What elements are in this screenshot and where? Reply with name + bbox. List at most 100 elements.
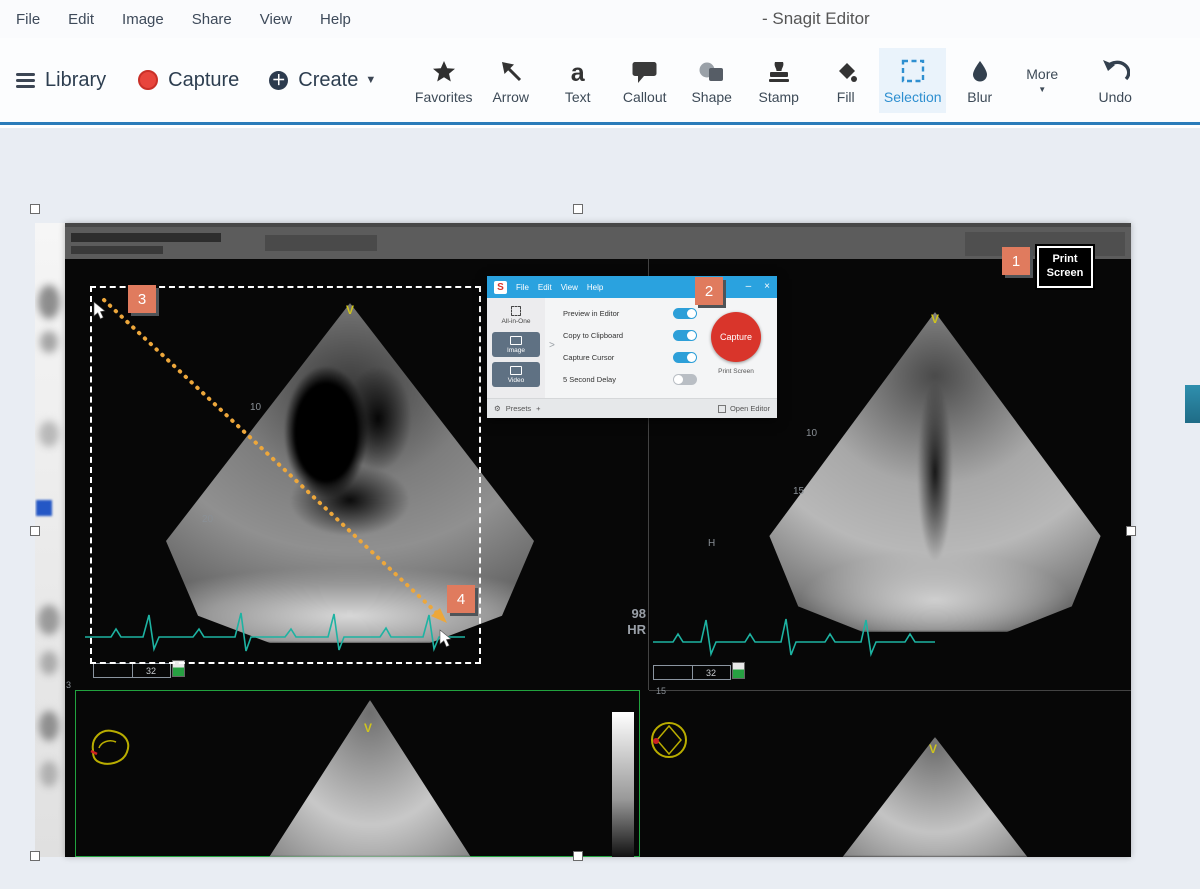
widget-menu-view[interactable]: View: [561, 283, 578, 292]
menu-share[interactable]: Share: [178, 11, 246, 28]
tool-label: Arrow: [492, 89, 529, 105]
selection-handle-bottom-center[interactable]: [573, 851, 583, 861]
sweep-scale-right: 32: [653, 665, 731, 680]
selection-handle-bottom-left[interactable]: [30, 851, 40, 861]
option-5-second-delay: 5 Second Delay: [563, 368, 697, 390]
window-title: - Snagit Editor: [762, 9, 870, 29]
depth-label: 15: [793, 486, 804, 497]
hr-label: HR: [610, 622, 646, 638]
chevron-down-icon: ▼: [365, 74, 376, 86]
toggle-preview-in-editor[interactable]: [673, 308, 697, 319]
capture-widget: S File Edit View Help – ×: [487, 276, 777, 418]
menu-edit[interactable]: Edit: [54, 11, 108, 28]
apex-marker: V: [929, 312, 941, 326]
fill-icon: [833, 54, 859, 84]
tool-label: Undo: [1098, 89, 1131, 105]
widget-menu-edit[interactable]: Edit: [538, 283, 552, 292]
step-badge-1: 1: [1002, 247, 1030, 275]
gear-icon: ⚙: [494, 404, 501, 413]
option-preview-in-editor: Preview in Editor: [563, 302, 697, 324]
tool-more[interactable]: More ▼: [1013, 48, 1071, 113]
minimize-button[interactable]: –: [746, 282, 752, 292]
capture-widget-body: All-in-One Image Video >: [487, 298, 777, 398]
library-button[interactable]: Library: [16, 69, 106, 92]
tool-fill[interactable]: Fill: [812, 48, 879, 113]
tool-label: Blur: [967, 89, 992, 105]
video-icon: [510, 366, 522, 375]
close-button[interactable]: ×: [764, 282, 770, 292]
apex-marker: V: [362, 721, 374, 735]
corner-label: 3: [66, 680, 71, 690]
grayscale-bar: [612, 712, 634, 857]
hamburger-icon: [16, 73, 35, 88]
tool-text[interactable]: a Text: [544, 48, 611, 113]
tool-label: Fill: [837, 89, 855, 105]
menu-view[interactable]: View: [246, 11, 306, 28]
selection-marquee[interactable]: [90, 286, 481, 664]
blurred-left-strip: [35, 223, 65, 857]
menu-file[interactable]: File: [2, 11, 54, 28]
capture-widget-titlebar[interactable]: S File Edit View Help – ×: [487, 276, 777, 298]
star-icon: [431, 54, 457, 84]
add-preset-button[interactable]: +: [536, 404, 540, 413]
captured-app-window: V V V V 10 20 10 15 H 98 HR: [65, 223, 1131, 857]
tool-undo[interactable]: Undo: [1085, 48, 1145, 113]
toggle-capture-cursor[interactable]: [673, 352, 697, 363]
record-dot-icon: [138, 70, 158, 90]
tab-image[interactable]: Image: [492, 332, 540, 357]
tool-selection[interactable]: Selection: [879, 48, 946, 113]
selection-handle-top-left[interactable]: [30, 204, 40, 214]
capture-button[interactable]: Capture: [138, 69, 239, 92]
text-icon: a: [571, 54, 585, 84]
shape-icon: [698, 54, 725, 84]
option-copy-to-clipboard: Copy to Clipboard: [563, 324, 697, 346]
menu-image[interactable]: Image: [108, 11, 178, 28]
selection-icon: [900, 54, 926, 84]
widget-menu-help[interactable]: Help: [587, 283, 603, 292]
tool-favorites[interactable]: Favorites: [410, 48, 477, 113]
tool-stamp[interactable]: Stamp: [745, 48, 812, 113]
undo-arrow-icon: [1100, 54, 1130, 84]
capture-options: Preview in Editor Copy to Clipboard Capt…: [563, 302, 697, 390]
open-editor-button[interactable]: Open Editor: [718, 404, 770, 413]
presets-button[interactable]: ⚙ Presets +: [494, 404, 541, 413]
chevron-down-icon: ▼: [1038, 85, 1046, 94]
orientation-sketch-right: [643, 714, 695, 768]
stamp-icon: [766, 54, 792, 84]
ultrasound-quadrant-top-right: [755, 312, 1115, 632]
snagit-editor-window: File Edit Image Share View Help - Snagit…: [0, 0, 1200, 889]
capture-label: Capture: [168, 69, 239, 92]
tool-shape[interactable]: Shape: [678, 48, 745, 113]
editor-canvas[interactable]: V V V V 10 20 10 15 H 98 HR: [0, 128, 1200, 889]
create-button[interactable]: ＋ Create ▼: [269, 69, 376, 92]
selection-handle-left-center[interactable]: [30, 526, 40, 536]
widget-capture-button[interactable]: Capture: [711, 312, 761, 362]
selection-handle-top-center[interactable]: [573, 204, 583, 214]
tool-blur[interactable]: Blur: [946, 48, 1013, 113]
toggle-copy-to-clipboard[interactable]: [673, 330, 697, 341]
heart-rate-readout: 98 HR: [610, 606, 646, 638]
tool-callout[interactable]: Callout: [611, 48, 678, 113]
depth-label: 10: [806, 428, 817, 439]
menu-help[interactable]: Help: [306, 11, 365, 28]
sweep-scale-left: 32: [93, 663, 171, 678]
toggle-5-second-delay[interactable]: [673, 374, 697, 385]
chevron-right-icon: >: [549, 340, 555, 351]
tool-arrow[interactable]: Arrow: [477, 48, 544, 113]
tool-label: Callout: [623, 89, 667, 105]
capture-hotkey-label: Print Screen: [709, 368, 763, 375]
tab-all-in-one[interactable]: All-in-One: [492, 304, 540, 327]
capture-widget-footer: ⚙ Presets + Open Editor: [487, 398, 777, 418]
tab-video[interactable]: Video: [492, 362, 540, 387]
tool-label: Text: [565, 89, 591, 105]
widget-menu-file[interactable]: File: [516, 283, 529, 292]
ecg-trace-right: [653, 612, 935, 660]
scale-sub-label: 15: [656, 686, 666, 696]
apex-marker: V: [927, 742, 939, 756]
toolbar: Library Capture ＋ Create ▼ Favorites Arr…: [0, 38, 1200, 125]
step-badge-2: 2: [695, 277, 723, 305]
more-label: More: [1026, 66, 1058, 82]
selection-handle-right-center[interactable]: [1126, 526, 1136, 536]
capture-mode-sidebar: All-in-One Image Video: [487, 298, 545, 398]
screenshot-image: V V V V 10 20 10 15 H 98 HR: [35, 209, 1131, 857]
